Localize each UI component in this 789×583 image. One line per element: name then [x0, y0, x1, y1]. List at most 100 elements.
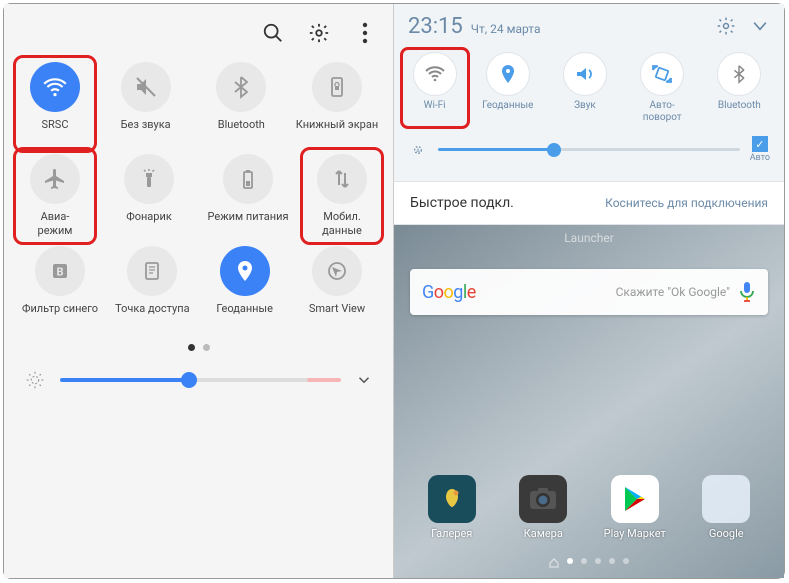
chevron-down-icon[interactable] — [750, 16, 770, 36]
tile-label: Геоданные — [216, 302, 273, 330]
brightness-control — [4, 351, 393, 391]
tile-label: Авиа- режим — [38, 210, 73, 238]
chevron-down-icon[interactable] — [355, 371, 373, 389]
right-notification-panel: 23:15 Чт, 24 марта — [394, 4, 784, 578]
app-label: Play Маркет — [604, 527, 666, 540]
gear-icon[interactable] — [307, 21, 331, 45]
tile-label: Авто- поворот — [643, 100, 682, 124]
tile-location[interactable]: Геоданные — [473, 52, 543, 124]
page-dot — [595, 558, 601, 564]
tile-bluetooth[interactable]: Bluetooth — [199, 62, 283, 146]
tile-smart-view[interactable]: Smart View — [295, 246, 379, 330]
tile-label: Фильтр синего — [22, 302, 98, 330]
tile-sound[interactable]: Звук — [550, 52, 620, 124]
auto-label: Авто — [750, 153, 770, 163]
mic-icon[interactable] — [738, 281, 756, 303]
page-indicator — [4, 344, 393, 351]
page-dot — [567, 558, 573, 564]
page-dot — [609, 558, 615, 564]
brightness-slider[interactable] — [438, 148, 740, 151]
tile-mute[interactable]: Без звука — [104, 62, 188, 146]
home-icon — [549, 558, 559, 568]
tile-label: Точка доступа — [115, 302, 190, 330]
sound-icon — [563, 52, 607, 96]
tile-rotate[interactable]: Авто- поворот — [627, 52, 697, 124]
left-header — [4, 4, 393, 62]
brightness-icon — [24, 369, 46, 391]
tile-location[interactable]: Геоданные — [203, 246, 287, 330]
quick-connect-bar[interactable]: Быстрое подкл. Коснитесь для подключения — [394, 181, 784, 225]
quick-connect-title: Быстрое подкл. — [410, 195, 514, 211]
play-store-icon — [611, 475, 659, 523]
mute-icon — [121, 62, 171, 112]
app-dock: Галерея Камера Play Маркет — [394, 453, 784, 548]
google-search-bar[interactable]: Google Скажите "Ok Google" — [410, 269, 768, 315]
slider-thumb[interactable] — [181, 372, 197, 388]
flashlight-icon — [124, 154, 174, 204]
blue-filter-icon: B — [35, 246, 85, 296]
tile-portrait-lock[interactable]: Книжный экран — [295, 62, 379, 146]
auto-brightness-icon: A — [408, 140, 428, 160]
portrait-lock-icon — [312, 62, 362, 112]
home-page-indicator — [394, 548, 784, 578]
tile-label: Книжный экран — [296, 118, 378, 146]
bluetooth-icon — [216, 62, 266, 112]
brightness-control: A ✓ Авто — [394, 126, 784, 173]
app-camera[interactable]: Камера — [503, 475, 583, 540]
tile-label: Режим питания — [208, 210, 289, 238]
hotspot-icon — [127, 246, 177, 296]
app-play-store[interactable]: Play Маркет — [595, 475, 675, 540]
google-logo: Google — [422, 282, 476, 303]
tile-label: Bluetooth — [718, 100, 761, 112]
gear-icon[interactable] — [716, 16, 736, 36]
tile-battery[interactable]: Режим питания — [206, 154, 290, 238]
tile-label: SRSC — [41, 118, 68, 146]
airplane-icon — [30, 154, 80, 204]
smart-view-icon — [312, 246, 362, 296]
page-dot — [581, 558, 587, 564]
tile-flashlight[interactable]: Фонарик — [107, 154, 191, 238]
left-quick-settings-panel: SRSC Без звука Bluetooth — [4, 4, 394, 578]
home-screen: Launcher Google Скажите "Ok Google" Гале… — [394, 225, 784, 578]
tile-label: Без звука — [121, 118, 171, 146]
tile-hotspot[interactable]: Точка доступа — [110, 246, 194, 330]
quick-settings-grid: SRSC Без звука Bluetooth — [4, 62, 393, 338]
svg-text:B: B — [56, 266, 63, 279]
clock-date: Чт, 24 марта — [471, 22, 541, 36]
tile-bluetooth[interactable]: Bluetooth — [704, 52, 774, 124]
wifi-icon — [413, 52, 457, 96]
tile-label: Bluetooth — [218, 118, 265, 146]
clock-time: 23:15 — [408, 14, 463, 39]
tile-wifi[interactable]: Wi-Fi — [400, 47, 470, 129]
mobile-data-icon — [317, 154, 367, 204]
location-icon — [220, 246, 270, 296]
search-hint: Скажите "Ok Google" — [476, 285, 738, 299]
svg-text:A: A — [416, 148, 420, 154]
tile-blue-filter[interactable]: B Фильтр синего — [18, 246, 102, 330]
tile-label: Звук — [574, 100, 596, 112]
tile-wifi[interactable]: SRSC — [13, 55, 97, 153]
brightness-slider[interactable] — [60, 378, 341, 382]
search-icon[interactable] — [261, 21, 285, 45]
tile-label: Фонарик — [126, 210, 172, 238]
google-folder-icon — [702, 475, 750, 523]
page-dot — [203, 344, 210, 351]
more-icon[interactable] — [353, 21, 377, 45]
location-icon — [486, 52, 530, 96]
app-google-folder[interactable]: Google — [686, 475, 766, 540]
tile-label: Wi-Fi — [424, 100, 446, 112]
app-label: Google — [709, 527, 744, 540]
tile-airplane[interactable]: Авиа- режим — [13, 147, 97, 245]
launcher-label: Launcher — [394, 225, 784, 251]
slider-thumb[interactable] — [547, 143, 561, 157]
tile-mobile-data[interactable]: Мобил. данные — [300, 147, 384, 245]
status-bar: 23:15 Чт, 24 марта — [394, 4, 784, 48]
tile-label: Smart View — [309, 302, 365, 330]
app-label: Галерея — [431, 527, 472, 540]
app-label: Камера — [524, 527, 563, 540]
auto-brightness-checkbox[interactable]: ✓ — [752, 136, 768, 152]
page-dot — [188, 344, 195, 351]
gallery-icon — [428, 475, 476, 523]
tile-label: Геоданные — [482, 100, 533, 112]
app-gallery[interactable]: Галерея — [412, 475, 492, 540]
